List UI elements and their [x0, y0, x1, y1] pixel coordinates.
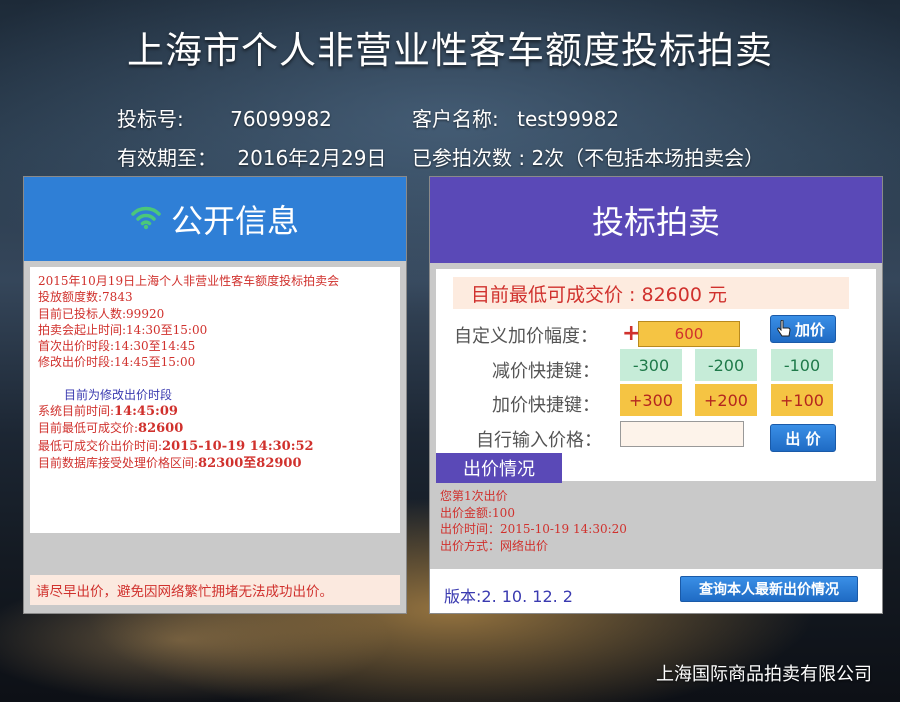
range-value: 82300至82900 — [198, 455, 302, 471]
info-line: 目前已投标人数:99920 — [38, 306, 165, 321]
bid-status-line: 出价金额:100 — [440, 505, 515, 520]
minus-shortcut-label: 减价快捷键： — [492, 361, 600, 382]
bidding-header: 投标拍卖 — [430, 177, 882, 263]
plus-200-button[interactable]: +200 — [695, 384, 757, 416]
manual-price-input[interactable] — [620, 421, 744, 447]
custom-increment-label: 自定义加价幅度： — [454, 326, 598, 347]
page-title: 上海市个人非营业性客车额度投标拍卖 — [127, 29, 773, 72]
version-text: 版本:2. 10. 12. 2 — [444, 587, 573, 606]
phase-text: 目前为修改出价时段 — [64, 387, 173, 402]
lowest-time-row: 最低可成交价出价时间:2015-10-19 14:30:52 — [38, 438, 400, 455]
hand-cursor-icon — [777, 319, 791, 342]
bid-no-label: 投标号: — [117, 107, 184, 131]
submit-bid-button[interactable]: 出 价 — [770, 424, 836, 452]
bid-status-content: 您第1次出价 出价金额:100 出价时间：2015-10-19 14:30:20… — [430, 483, 882, 569]
lowest-time-value: 2015-10-19 14:30:52 — [162, 438, 314, 454]
bid-controls: 目前最低可成交价 : 82600 元 自定义加价幅度： + 600 加价 减价快… — [436, 269, 876, 481]
public-info-title: 公开信息 — [170, 202, 299, 240]
customer-label: 客户名称: — [412, 107, 499, 131]
bid-no-value: 76099982 — [230, 107, 332, 131]
warning-message: 请尽早出价，避免因网络繁忙拥堵无法成功出价。 — [30, 575, 400, 605]
info-line: 修改出价时段:14:45至15:00 — [38, 355, 196, 370]
info-line: 拍卖会起止时间:14:30至15:00 — [38, 322, 208, 337]
plus-300-button[interactable]: +300 — [620, 384, 682, 416]
info-line: 首次出价时段:14:30至14:45 — [38, 339, 196, 354]
add-price-label: 加价 — [794, 320, 825, 339]
public-info-header: 公开信息 — [24, 177, 406, 261]
query-bid-button[interactable]: 查询本人最新出价情况 — [680, 576, 858, 602]
manual-price-label: 自行输入价格： — [476, 430, 602, 451]
lowest-price-row: 目前最低可成交价:82600 — [38, 420, 400, 437]
wifi-icon — [131, 200, 161, 238]
system-time-value: 14:45:09 — [114, 404, 178, 420]
company-name: 上海国际商品拍卖有限公司 — [656, 664, 872, 685]
public-info-content: 2015年10月19日上海个人非营业性客车额度投标拍卖会 投放额度数:7843 … — [30, 267, 400, 533]
customer-value: test99982 — [517, 107, 620, 131]
customer-row: 客户名称: test99982 — [412, 103, 619, 132]
bid-status-line: 出价方式：网络出价 — [440, 538, 549, 553]
minus-200-button[interactable]: -200 — [695, 349, 757, 381]
tab-bid-status[interactable]: 出价情况 — [436, 453, 562, 483]
bidding-footer: 版本:2. 10. 12. 2 查询本人最新出价情况 — [430, 569, 882, 613]
info-line: 投放额度数:7843 — [38, 290, 133, 305]
bid-status-line: 您第1次出价 — [440, 489, 508, 503]
bid-no-row: 投标号: 76099982 — [117, 103, 332, 132]
valid-label: 有效期至： — [117, 146, 217, 170]
attended-count: 已参拍次数 : 2次（不包括本场拍卖会） — [412, 146, 765, 170]
valid-row: 有效期至： 2016年2月29日 — [117, 142, 386, 171]
bid-status-line: 出价时间：2015-10-19 14:30:20 — [440, 522, 627, 536]
lowest-price-value: 82600 — [138, 421, 184, 437]
lowest-time-label: 最低可成交价出价时间: — [38, 438, 163, 453]
plus-100-button[interactable]: +100 — [771, 384, 833, 416]
minus-100-button[interactable]: -100 — [771, 349, 833, 381]
info-line: 2015年10月19日上海个人非营业性客车额度投标拍卖会 — [38, 274, 340, 288]
range-row: 目前数据库接受处理价格区间:82300至82900 — [38, 455, 400, 472]
system-time-row: 系统目前时间:14:45:09 — [38, 403, 400, 420]
bidding-panel: 投标拍卖 目前最低可成交价 : 82600 元 自定义加价幅度： + 600 加… — [430, 177, 882, 613]
public-info-panel: 公开信息 2015年10月19日上海个人非营业性客车额度投标拍卖会 投放额度数:… — [24, 177, 406, 613]
current-price: 目前最低可成交价 : 82600 元 — [453, 277, 849, 309]
range-label: 目前数据库接受处理价格区间: — [38, 455, 199, 470]
add-price-button[interactable]: 加价 — [770, 315, 836, 343]
minus-300-button[interactable]: -300 — [620, 349, 682, 381]
custom-increment-input[interactable]: 600 — [638, 321, 740, 347]
valid-value: 2016年2月29日 — [237, 146, 387, 170]
system-time-label: 系统目前时间: — [38, 404, 115, 419]
plus-shortcut-label: 加价快捷键： — [492, 395, 600, 416]
lowest-price-label: 目前最低可成交价: — [38, 421, 139, 436]
